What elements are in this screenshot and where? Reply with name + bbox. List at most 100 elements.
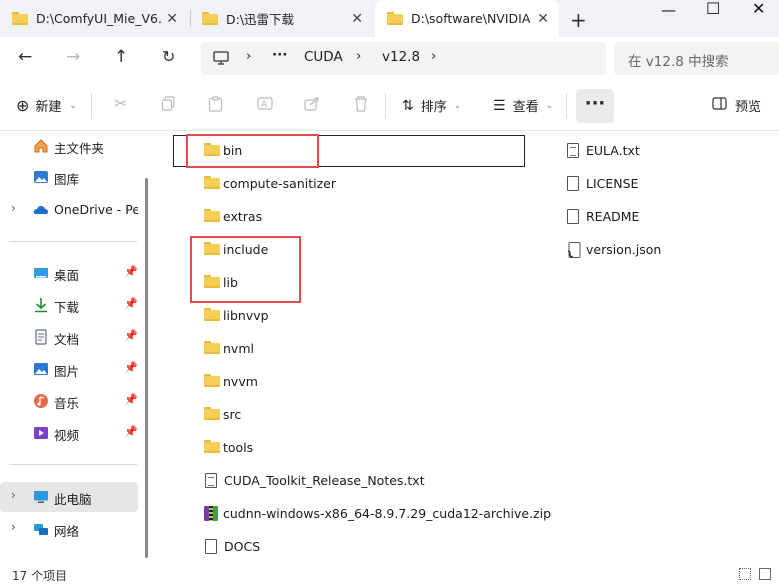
music-icon [33,393,49,409]
folder-icon [204,341,220,357]
text-file-icon [205,473,221,489]
home-icon [33,138,49,154]
desktop-icon [33,265,49,281]
text-file-icon [567,143,583,159]
gallery-icon [33,169,49,185]
sidebar-item-music[interactable]: 音乐 📌 [0,386,138,416]
breadcrumb-chevron[interactable]: › [431,48,436,64]
folder-icon [204,176,220,192]
chevron-right-icon[interactable]: › [11,488,16,502]
new-button[interactable]: ⊕ 新建 ⌄ [16,96,77,115]
sidebar-item-network[interactable]: › 网络 [0,514,138,544]
pictures-icon [33,361,49,377]
close-tab-icon[interactable]: ✕ [537,11,549,27]
tab-strip: D:\ComfyUI_Mie_V6. ✕ D:\迅雷下载 ✕ D:\softwa… [0,0,779,37]
file-icon [567,209,583,225]
view-label: 查看 [512,100,539,115]
tab-xunlei[interactable]: D:\迅雷下载 ✕ [190,0,373,37]
sidebar-item-desktop[interactable]: 桌面 📌 [0,258,138,288]
divider [9,241,137,242]
folder-icon [204,308,220,324]
download-icon [33,297,49,313]
separator [385,93,386,118]
folder-icon [204,407,220,423]
chevron-right-icon[interactable]: › [11,201,16,215]
up-button[interactable]: ↑ [114,47,128,67]
pin-icon[interactable]: 📌 [124,265,138,278]
new-tab-button[interactable]: + [570,8,587,32]
separator [91,93,92,118]
details-view-icon[interactable] [739,568,751,580]
delete-icon[interactable] [354,96,368,112]
breadcrumb-chevron[interactable]: › [356,48,361,64]
search-input[interactable]: 在 v12.8 中搜索 [614,42,779,75]
back-button[interactable]: ← [18,47,32,67]
sidebar-item-downloads[interactable]: 下载 📌 [0,290,138,320]
tab-comfyui[interactable]: D:\ComfyUI_Mie_V6. ✕ [0,0,188,37]
folder-icon [202,12,218,25]
sort-icon: ⇅ [402,97,414,114]
preview-label: 预览 [735,100,762,115]
rename-icon[interactable]: A [257,96,273,111]
minimize-button[interactable]: — [661,1,676,19]
breadcrumb-chevron[interactable]: › [246,48,251,64]
chevron-right-icon[interactable]: › [11,520,16,534]
maximize-button[interactable]: ☐ [706,0,720,18]
breadcrumb-overflow[interactable]: ··· [272,47,287,63]
sidebar-item-this-pc[interactable]: › 此电脑 [0,482,138,512]
tab-title: D:\ComfyUI_Mie_V6. [36,11,162,26]
svg-text:A: A [261,100,268,110]
preview-button[interactable]: 预览 [712,96,761,115]
close-tab-icon[interactable]: ✕ [166,11,178,27]
chevron-down-icon: ⌄ [69,100,77,111]
breadcrumb-cuda[interactable]: CUDA [304,49,343,65]
folder-icon [204,374,220,390]
pin-icon[interactable]: 📌 [124,361,138,374]
sidebar-item-videos[interactable]: 视频 📌 [0,418,138,448]
new-label: 新建 [35,100,62,115]
sidebar-item-onedrive[interactable]: › OneDrive - Per [0,195,138,225]
sidebar-item-gallery[interactable]: 图库 [0,162,138,192]
cloud-icon [33,202,49,218]
navigation-pane: 主文件夹 图库 › OneDrive - Per 桌面 📌 下载 📌 文档 📌 [0,131,142,563]
navigation-bar: ← → ↑ ↻ › ··· CUDA › v12.8 › 在 v12.8 中搜索 [0,37,779,81]
view-icon: ☰ [493,97,506,114]
separator [566,93,567,118]
folder-icon [12,12,28,25]
tab-nvidia[interactable]: D:\software\NVIDIA ✕ [375,0,559,37]
forward-button[interactable]: → [66,47,80,67]
more-options-button[interactable]: ··· [576,89,614,123]
highlight-box-bin [186,134,319,168]
close-tab-icon[interactable]: ✕ [351,11,363,27]
cut-icon[interactable]: ✂ [114,94,127,113]
zip-archive-icon [204,506,220,522]
monitor-icon[interactable] [213,50,229,70]
sidebar-item-documents[interactable]: 文档 📌 [0,322,138,352]
nav-pane-scrollbar[interactable] [145,178,148,558]
folder-icon [204,209,220,225]
address-bar[interactable]: › ··· CUDA › v12.8 › [201,42,606,75]
videos-icon [33,425,49,441]
pin-icon[interactable]: 📌 [124,329,138,342]
pin-icon[interactable]: 📌 [124,297,138,310]
refresh-button[interactable]: ↻ [162,47,175,66]
item-count: 17 个项目 [12,569,68,583]
close-window-button[interactable]: ✕ [752,0,765,18]
tiles-view-icon[interactable] [759,568,771,580]
share-icon[interactable] [304,96,320,111]
sidebar-item-pictures[interactable]: 图片 📌 [0,354,138,384]
folder-icon [387,12,403,25]
this-pc-icon [33,489,49,505]
sidebar-item-home[interactable]: 主文件夹 [0,131,138,161]
file-icon [205,539,221,555]
pin-icon[interactable]: 📌 [124,425,138,438]
file-icon [567,176,583,192]
paste-icon[interactable] [208,96,223,112]
json-file-icon [567,242,583,258]
pin-icon[interactable]: 📌 [124,393,138,406]
breadcrumb-v128[interactable]: v12.8 [382,49,420,65]
sort-button[interactable]: ⇅ 排序 ⌄ [402,96,461,116]
view-button[interactable]: ☰ 查看 ⌄ [493,96,553,116]
sort-label: 排序 [420,100,447,115]
copy-icon[interactable] [161,96,176,111]
